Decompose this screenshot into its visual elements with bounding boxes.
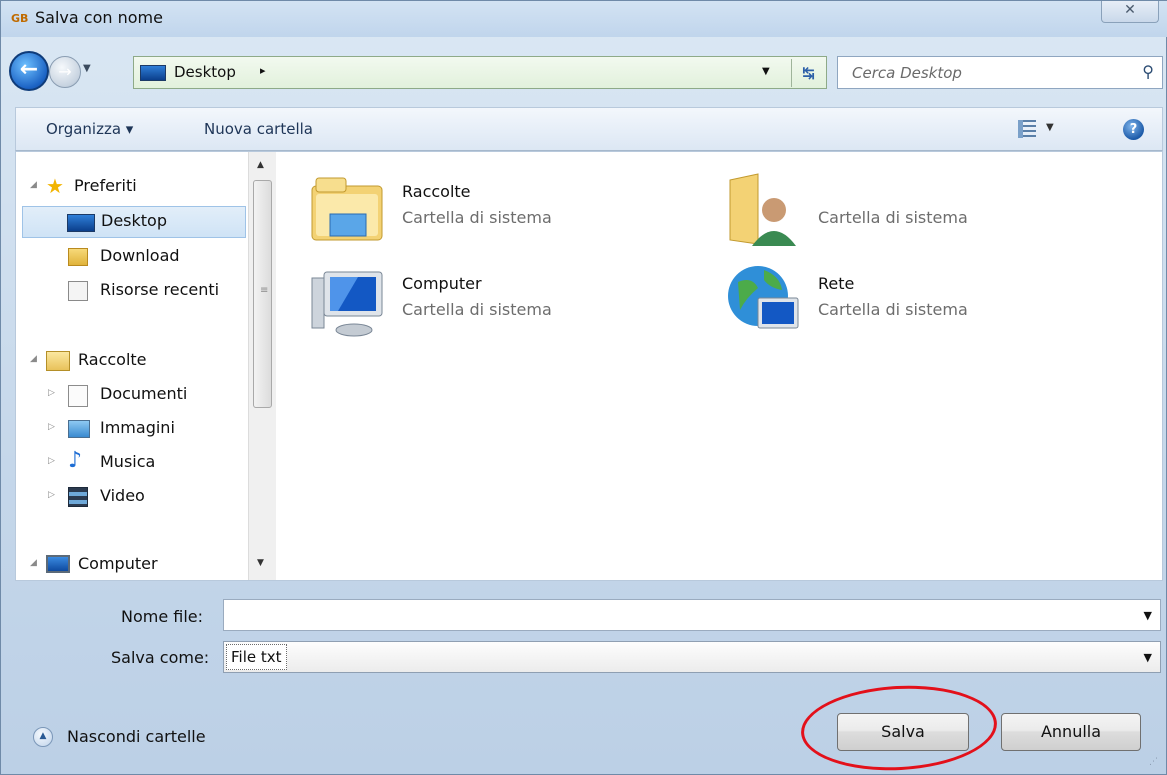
sidebar-item-label: Documenti <box>100 384 188 403</box>
help-icon[interactable]: ? <box>1123 119 1144 140</box>
collapse-arrow-icon[interactable]: ◢ <box>30 558 37 568</box>
scroll-thumb[interactable]: ≡ <box>253 180 272 408</box>
desktop-icon <box>67 214 95 232</box>
savetype-label: Salva come: <box>111 648 210 667</box>
filename-label: Nome file: <box>121 607 204 626</box>
scroll-grip-icon: ≡ <box>260 285 269 296</box>
network-icon <box>728 266 799 329</box>
sidebar-item-desktop[interactable]: Desktop <box>22 206 246 238</box>
search-icon[interactable]: ⚲ <box>1142 62 1154 81</box>
refresh-icon: ↹ <box>802 64 815 82</box>
hide-folders-label[interactable]: Nascondi cartelle <box>67 727 206 746</box>
forward-button[interactable]: → <box>49 56 81 88</box>
filename-field[interactable]: ▼ <box>223 599 1161 631</box>
view-options-dropdown-icon[interactable]: ▼ <box>1046 122 1054 133</box>
file-type: Cartella di sistema <box>818 300 968 319</box>
close-icon: ✕ <box>1124 2 1136 18</box>
resize-grip-icon[interactable]: ⋰ <box>1149 757 1158 767</box>
sidebar-item-label: Immagini <box>100 418 175 437</box>
chevron-up-icon[interactable]: ▲ <box>33 727 53 747</box>
back-button[interactable]: ← <box>9 51 49 91</box>
sidebar-item-label: Raccolte <box>78 350 147 369</box>
user-folder-icon <box>729 173 796 246</box>
organize-menu-button[interactable]: Organizza ▾ <box>46 120 133 138</box>
expand-arrow-icon[interactable]: ▷ <box>48 388 55 398</box>
sidebar-item-music[interactable]: ▷ ♪ Musica <box>24 448 244 478</box>
sidebar-item-label: Preferiti <box>74 176 137 195</box>
sidebar-item-recent-places[interactable]: Risorse recenti <box>24 276 244 306</box>
sidebar-item-label: Video <box>100 486 145 505</box>
sidebar-item-label: Computer <box>78 554 158 573</box>
address-bar[interactable]: Desktop ▸ ▼ <box>133 56 827 89</box>
file-name: Computer <box>402 274 482 293</box>
title-bar: GB Salva con nome ✕ <box>1 1 1167 37</box>
file-item-network[interactable]: Rete Cartella di sistema <box>724 262 1044 344</box>
browser-pane: ◢ ★ Preferiti Desktop Download Risorse r… <box>15 151 1163 581</box>
file-item-libraries[interactable]: Raccolte Cartella di sistema <box>308 170 628 252</box>
video-icon <box>68 487 88 507</box>
libraries-folder-icon <box>311 177 383 241</box>
pictures-icon <box>68 420 90 438</box>
file-type: Cartella di sistema <box>818 208 968 227</box>
sidebar-item-label: Download <box>100 246 180 265</box>
window-title: Salva con nome <box>35 8 163 27</box>
sidebar-item-libraries[interactable]: ◢ Raccolte <box>24 346 244 376</box>
recent-pages-dropdown-icon[interactable]: ▼ <box>83 63 91 74</box>
expand-arrow-icon[interactable]: ▷ <box>48 490 55 500</box>
music-icon: ♪ <box>68 448 83 473</box>
computer-icon <box>46 555 70 573</box>
sidebar-item-label: Desktop <box>101 211 167 230</box>
command-toolbar: Organizza ▾ Nuova cartella ▼ ? <box>15 107 1163 151</box>
sidebar-item-label: Risorse recenti <box>100 280 220 299</box>
file-list: Raccolte Cartella di sistema Cartella di… <box>278 152 1162 580</box>
documents-icon <box>68 385 88 407</box>
sidebar-item-video[interactable]: ▷ Video <box>24 482 244 512</box>
sidebar-item-pictures[interactable]: ▷ Immagini <box>24 414 244 444</box>
recent-places-icon <box>68 281 88 301</box>
save-as-dialog: GB Salva con nome ✕ ← → ▼ Desktop ▸ ▼ ↹ … <box>0 0 1167 775</box>
expand-arrow-icon[interactable]: ▷ <box>48 422 55 432</box>
arrow-left-icon: ← <box>19 57 39 82</box>
file-type: Cartella di sistema <box>402 208 552 227</box>
navigation-pane: ◢ ★ Preferiti Desktop Download Risorse r… <box>16 152 248 580</box>
star-icon: ★ <box>46 174 64 198</box>
search-placeholder: Cerca Desktop <box>852 64 962 82</box>
breadcrumb-arrow-icon[interactable]: ▸ <box>260 64 266 77</box>
sidebar-item-favorites[interactable]: ◢ ★ Preferiti <box>24 172 244 202</box>
file-item-user-folder[interactable]: Cartella di sistema <box>724 170 1044 252</box>
collapse-arrow-icon[interactable]: ◢ <box>30 180 37 190</box>
arrow-right-icon: → <box>58 62 72 81</box>
filename-history-dropdown-icon[interactable]: ▼ <box>1144 609 1152 622</box>
desktop-icon <box>140 65 166 81</box>
address-location[interactable]: Desktop <box>174 63 236 81</box>
scroll-down-arrow-icon[interactable]: ▼ <box>257 558 264 568</box>
savetype-dropdown-icon[interactable]: ▼ <box>1144 651 1152 664</box>
download-folder-icon <box>68 248 88 266</box>
libraries-icon <box>46 351 70 371</box>
address-dropdown-icon[interactable]: ▼ <box>762 66 770 77</box>
search-input[interactable]: Cerca Desktop ⚲ <box>837 56 1163 89</box>
change-view-icon[interactable] <box>1018 120 1036 138</box>
highlight-annotation-ring <box>798 680 1000 775</box>
app-icon: GB <box>11 12 29 25</box>
refresh-button[interactable]: ↹ <box>791 59 825 87</box>
savetype-select[interactable]: File txt ▼ <box>223 641 1161 673</box>
sidebar-item-label: Musica <box>100 452 156 471</box>
computer-icon <box>311 271 383 337</box>
file-name: Raccolte <box>402 182 471 201</box>
file-item-computer[interactable]: Computer Cartella di sistema <box>308 262 628 344</box>
scroll-up-arrow-icon[interactable]: ▲ <box>257 160 264 170</box>
new-folder-button[interactable]: Nuova cartella <box>204 120 313 138</box>
navigation-scrollbar[interactable]: ▲ ≡ ▼ <box>248 152 276 580</box>
savetype-value[interactable]: File txt <box>226 644 287 670</box>
file-type: Cartella di sistema <box>402 300 552 319</box>
expand-arrow-icon[interactable]: ▷ <box>48 456 55 466</box>
collapse-arrow-icon[interactable]: ◢ <box>30 354 37 364</box>
file-name: Rete <box>818 274 855 293</box>
sidebar-item-computer[interactable]: ◢ Computer <box>24 550 244 580</box>
cancel-button[interactable]: Annulla <box>1001 713 1141 751</box>
sidebar-item-download[interactable]: Download <box>24 242 244 272</box>
close-button[interactable]: ✕ <box>1101 1 1159 23</box>
sidebar-item-documents[interactable]: ▷ Documenti <box>24 380 244 410</box>
